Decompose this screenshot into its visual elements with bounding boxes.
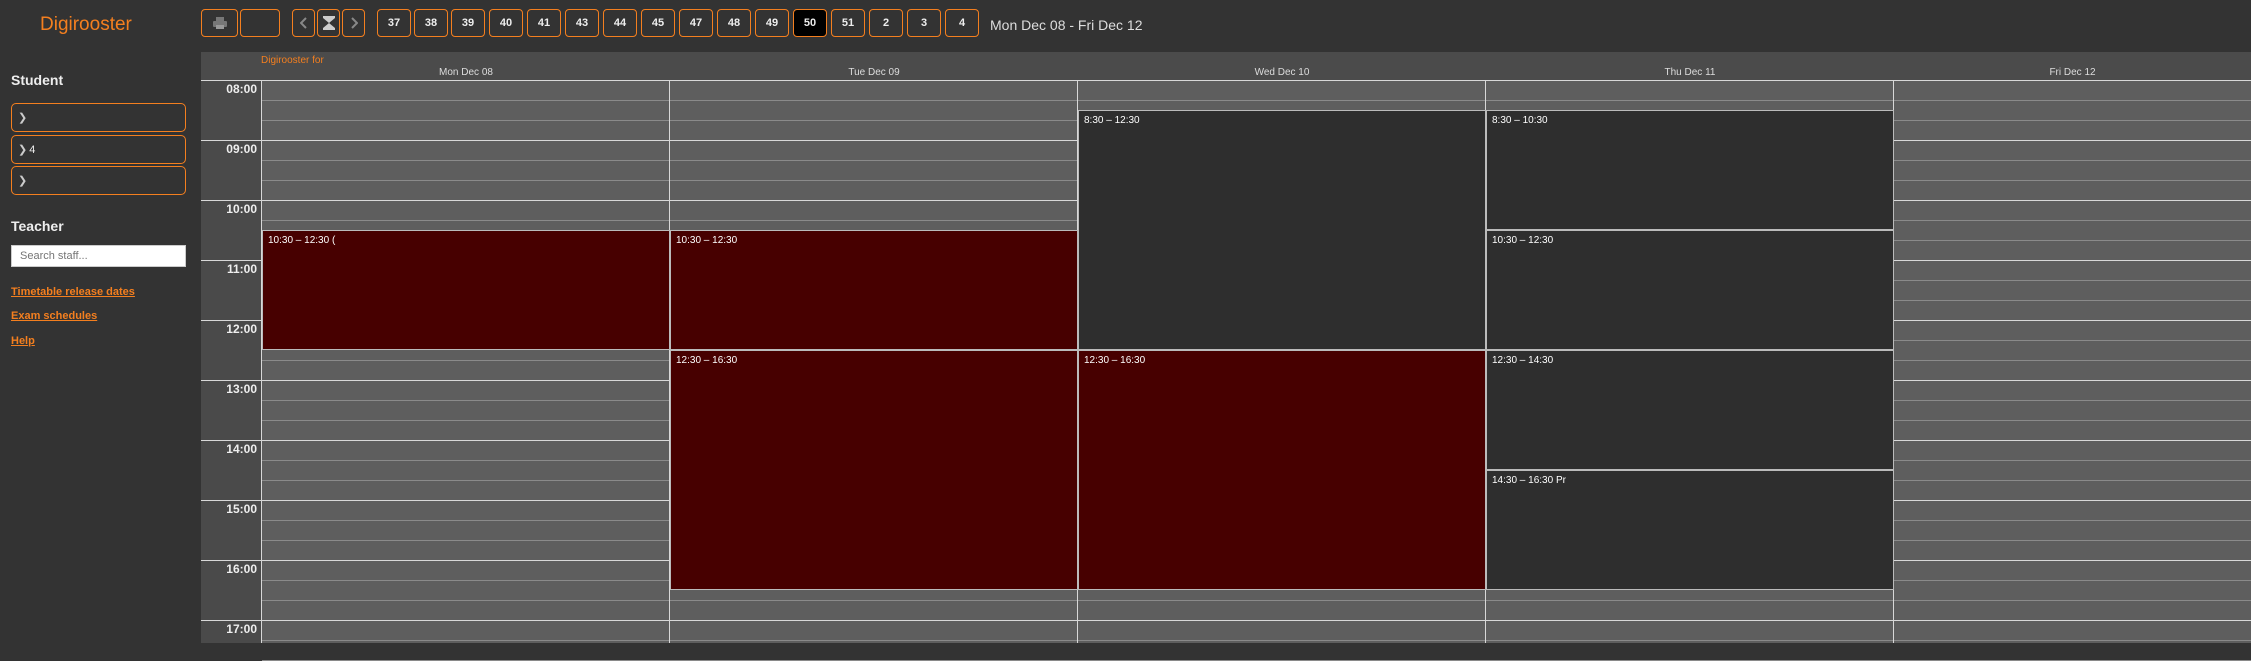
week-button-45[interactable]: 45: [641, 9, 675, 37]
time-column: 08:00 09:00 10:00 11:00 12:00 13:00 14:00 15:00…: [201, 80, 261, 643]
hour-label: 09:00: [226, 142, 257, 156]
hour-label: 08:00: [226, 82, 257, 96]
event-time-label: 12:30 – 16:30: [676, 355, 738, 366]
hour-label: 11:00: [226, 262, 257, 276]
day-header: Wed Dec 10: [1254, 67, 1310, 78]
event-time-label: 12:30 – 14:30: [1492, 355, 1554, 366]
chevron-right-icon: ❯: [18, 144, 28, 156]
hour-label: 16:00: [226, 562, 257, 576]
calendar-grid: Digirooster for Mon Dec 08 Tue Dec 09 Wed …: [201, 52, 2251, 661]
event-time-label: 10:30 – 12:30 (: [268, 235, 336, 246]
hour-label: 12:00: [226, 322, 257, 336]
student-select-2[interactable]: ❯ 4: [11, 135, 186, 164]
calendar-header: Digirooster for Mon Dec 08 Tue Dec 09 Wed …: [201, 52, 2251, 80]
week-button-49[interactable]: 49: [755, 9, 789, 37]
week-button-2[interactable]: 2: [869, 9, 903, 37]
event-time-label: 12:30 – 16:30: [1084, 355, 1146, 366]
day-column-divider: [261, 80, 262, 643]
week-button-40[interactable]: 40: [489, 9, 523, 37]
day-header: Thu Dec 11: [1664, 67, 1716, 78]
date-range-label: Mon Dec 08 - Fri Dec 12: [990, 17, 1143, 33]
timetable-release-dates-link[interactable]: Timetable release dates: [11, 286, 135, 298]
week-button-38[interactable]: 38: [414, 9, 448, 37]
week-button-37[interactable]: 37: [377, 9, 411, 37]
printer-icon: [212, 17, 227, 29]
week-button-47[interactable]: 47: [679, 9, 713, 37]
exam-schedules-link[interactable]: Exam schedules: [11, 310, 97, 322]
student-heading: Student: [11, 72, 64, 88]
help-link[interactable]: Help: [11, 335, 35, 347]
calendar-brand-label: Digirooster for: [261, 55, 324, 66]
chevron-right-icon: ❯: [18, 175, 28, 187]
week-button-39[interactable]: 39: [451, 9, 485, 37]
chevron-right-icon: [350, 17, 358, 29]
week-button-51[interactable]: 51: [831, 9, 865, 37]
calendar-event[interactable]: 10:30 – 12:30: [1486, 230, 1894, 350]
student-select-1[interactable]: ❯: [11, 103, 186, 132]
empty-toolbar-button[interactable]: [240, 9, 280, 37]
calendar-event[interactable]: 12:30 – 16:30: [670, 350, 1078, 590]
event-time-label: 10:30 – 12:30: [1492, 235, 1554, 246]
hour-label: 15:00: [226, 502, 257, 516]
hourglass-icon: [322, 16, 335, 30]
hour-label: 14:00: [226, 442, 257, 456]
week-button-48[interactable]: 48: [717, 9, 751, 37]
hour-label: 13:00: [226, 382, 257, 396]
calendar-event[interactable]: 8:30 – 10:30: [1486, 110, 1894, 230]
week-button-41[interactable]: 41: [527, 9, 561, 37]
calendar-event[interactable]: 8:30 – 12:30: [1078, 110, 1486, 350]
hour-label: 17:00: [226, 622, 257, 636]
day-header: Fri Dec 12: [2049, 67, 2096, 78]
slot-gridline: [262, 600, 2251, 601]
hour-gridline: [201, 80, 2251, 81]
next-week-button[interactable]: [342, 9, 365, 37]
staff-search-input[interactable]: [11, 245, 186, 267]
chevron-left-icon: [299, 17, 307, 29]
calendar-event[interactable]: 14:30 – 16:30 Pr: [1486, 470, 1894, 590]
chevron-right-icon: ❯: [18, 112, 28, 124]
day-header: Tue Dec 09: [848, 67, 900, 78]
week-button-3[interactable]: 3: [907, 9, 941, 37]
slot-gridline: [262, 100, 2251, 101]
calendar-event[interactable]: 12:30 – 14:30: [1486, 350, 1894, 470]
hour-gridline: [201, 620, 2251, 621]
print-button[interactable]: [201, 9, 238, 37]
week-button-50[interactable]: 50: [793, 9, 827, 37]
slot-gridline: [262, 640, 2251, 641]
teacher-heading: Teacher: [11, 218, 64, 234]
app-logo[interactable]: Digirooster: [40, 14, 132, 36]
student-select-3[interactable]: ❯: [11, 166, 186, 195]
select-value: 4: [29, 143, 36, 156]
previous-week-button[interactable]: [292, 9, 315, 37]
week-button-43[interactable]: 43: [565, 9, 599, 37]
sidebar: Student ❯ ❯4 ❯ Teacher Timetable release…: [0, 50, 200, 643]
week-button-4[interactable]: 4: [945, 9, 979, 37]
event-time-label: 8:30 – 10:30: [1492, 115, 1548, 126]
hour-label: 10:00: [226, 202, 257, 216]
top-toolbar: Digirooster 37 38 39 40 41 43 44 45 47 48 49 50 51 2 3…: [0, 0, 2251, 50]
event-time-label: 10:30 – 12:30: [676, 235, 738, 246]
calendar-event[interactable]: 10:30 – 12:30: [670, 230, 1078, 350]
event-time-label: 8:30 – 12:30: [1084, 115, 1140, 126]
calendar-event[interactable]: 12:30 – 16:30: [1078, 350, 1486, 590]
today-button[interactable]: [317, 9, 340, 37]
day-header: Mon Dec 08: [439, 67, 493, 78]
calendar-event[interactable]: 10:30 – 12:30 (: [262, 230, 670, 350]
week-button-44[interactable]: 44: [603, 9, 637, 37]
event-time-label: 14:30 – 16:30 Pr: [1492, 475, 1566, 486]
